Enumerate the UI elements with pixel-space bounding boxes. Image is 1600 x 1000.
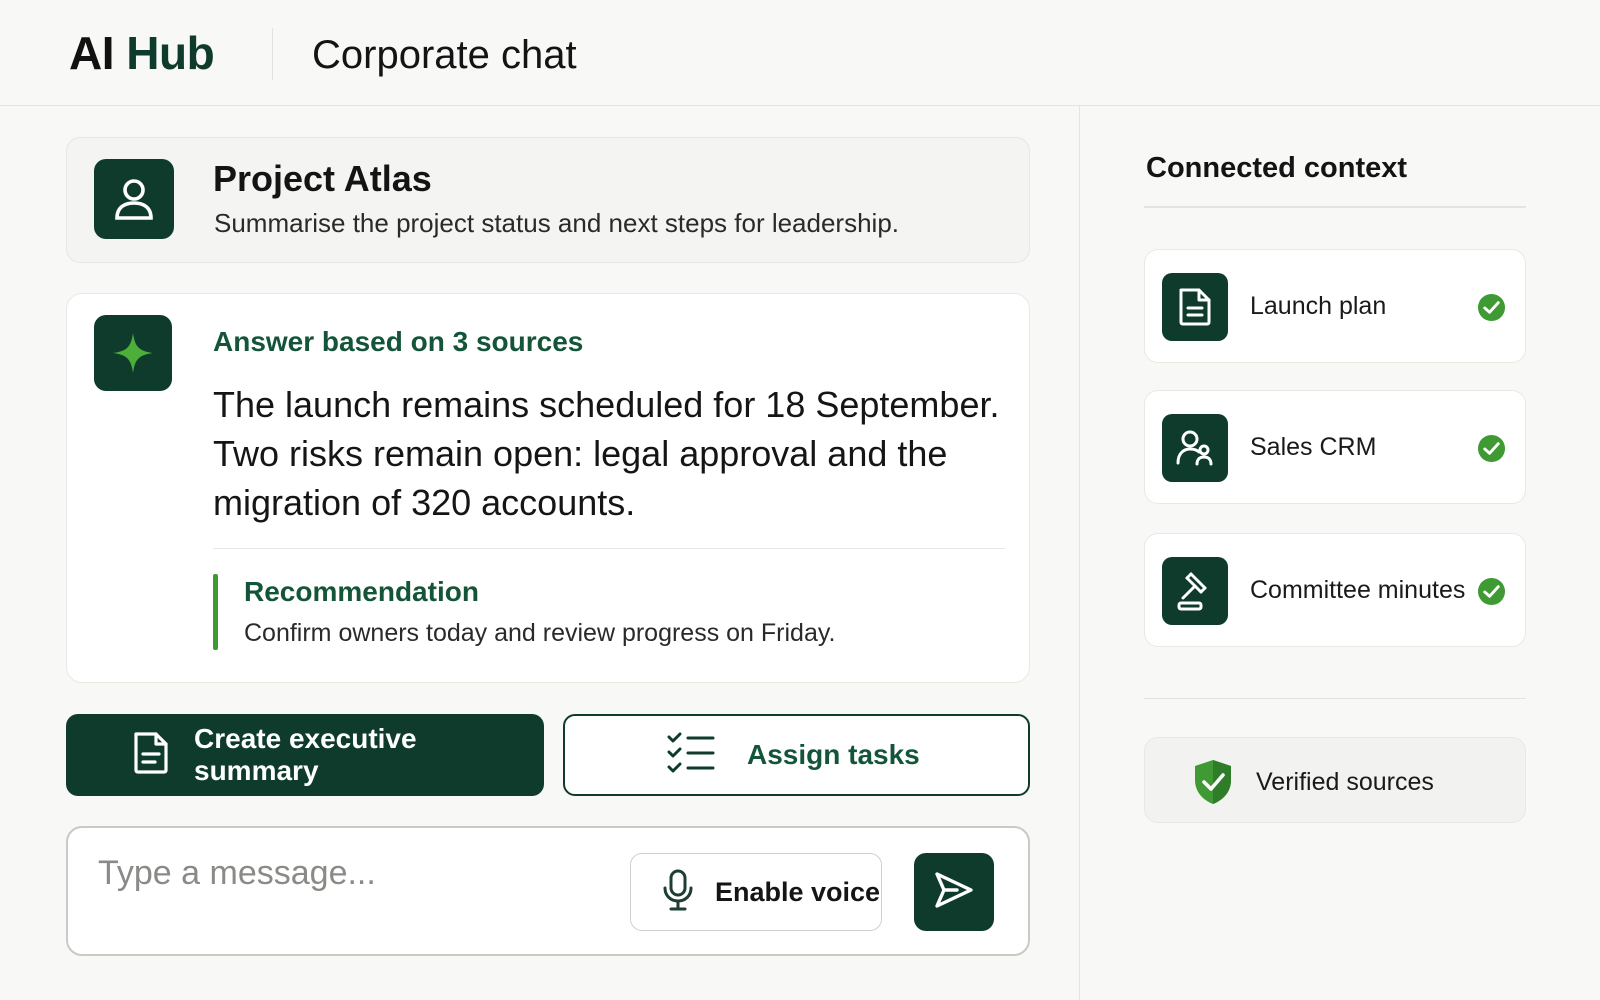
user-icon	[94, 159, 174, 239]
enable-voice-button[interactable]: Enable voice	[630, 853, 882, 931]
document-icon	[1162, 273, 1228, 341]
create-executive-summary-button[interactable]: Create executive summary	[66, 714, 544, 796]
send-button[interactable]	[914, 853, 994, 931]
page-title: Corporate chat	[312, 33, 577, 77]
document-icon	[132, 730, 170, 781]
answer-source-label: Answer based on 3 sources	[213, 326, 584, 357]
panel-divider	[1079, 106, 1080, 1000]
shield-check-icon	[1191, 758, 1235, 811]
verified-sources-label: Verified sources	[1256, 768, 1434, 796]
message-input[interactable]	[98, 848, 598, 898]
brand-ai: AI	[69, 27, 115, 79]
assign-tasks-button[interactable]: Assign tasks	[563, 714, 1030, 796]
answer-text: The launch remains scheduled for 18 Sept…	[213, 384, 1000, 523]
app-header: AI Hub Corporate chat	[0, 0, 1600, 106]
context-item-sales-crm[interactable]: Sales CRM	[1144, 390, 1526, 504]
gavel-icon	[1162, 557, 1228, 625]
send-icon	[933, 870, 975, 915]
message-composer: Enable voice	[66, 826, 1030, 956]
context-divider	[1144, 206, 1526, 208]
context-divider-bottom	[1144, 698, 1526, 699]
context-item-label: Sales CRM	[1250, 433, 1377, 461]
verified-sources-badge: Verified sources	[1144, 737, 1526, 823]
brand-logo[interactable]: AI Hub	[69, 26, 215, 80]
connected-context-title: Connected context	[1146, 152, 1408, 184]
sparkle-icon	[94, 315, 172, 391]
context-item-launch-plan[interactable]: Launch plan	[1144, 249, 1526, 363]
recommendation-title: Recommendation	[244, 576, 479, 607]
context-item-label: Committee minutes	[1250, 576, 1466, 604]
enable-voice-label: Enable voice	[715, 876, 881, 907]
brand-hub: Hub	[126, 27, 215, 79]
users-icon	[1162, 414, 1228, 482]
context-item-committee-minutes[interactable]: Committee minutes	[1144, 533, 1526, 647]
answer-divider	[213, 548, 1005, 549]
checklist-icon	[667, 731, 715, 780]
project-prompt-card: Project Atlas Summarise the project stat…	[66, 137, 1030, 263]
project-title: Project Atlas	[213, 158, 432, 199]
context-item-label: Launch plan	[1250, 292, 1387, 320]
header-divider	[272, 28, 273, 80]
answer-card: Answer based on 3 sources The launch rem…	[66, 293, 1030, 683]
recommendation-text: Confirm owners today and review progress…	[244, 619, 836, 647]
project-prompt: Summarise the project status and next st…	[214, 208, 900, 238]
check-circle-icon	[1477, 293, 1506, 322]
microphone-icon	[661, 868, 695, 917]
check-circle-icon	[1477, 434, 1506, 463]
create-executive-summary-label: Create executive summary	[194, 723, 417, 786]
assign-tasks-label: Assign tasks	[747, 739, 920, 770]
recommendation-accent-bar	[213, 574, 218, 650]
check-circle-icon	[1477, 577, 1506, 606]
